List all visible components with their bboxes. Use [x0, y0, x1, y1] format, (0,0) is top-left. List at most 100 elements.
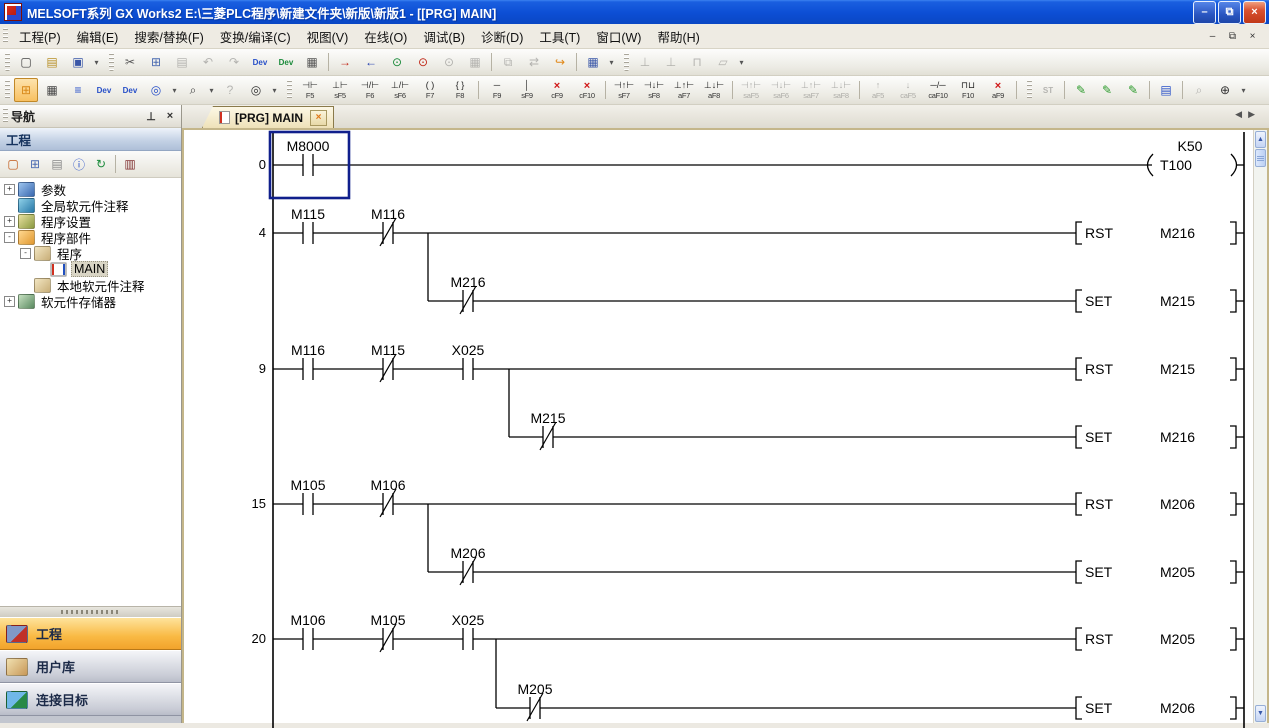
menu-edit[interactable]: 编辑(E) — [69, 24, 127, 49]
horizontal-line-icon[interactable]: ─F9 — [483, 77, 512, 104]
delete-edge-icon[interactable]: ×aF9 — [984, 77, 1013, 104]
menu-diagnostics[interactable]: 诊断(D) — [473, 24, 531, 49]
vertical-line-icon[interactable]: │sF9 — [513, 77, 542, 104]
read-from-plc-icon[interactable]: ← — [359, 50, 383, 74]
copy-data-icon[interactable]: ⊞ — [24, 154, 46, 174]
edit-statement-icon[interactable]: ✎ — [1095, 78, 1119, 102]
menu-project[interactable]: 工程(P) — [11, 24, 69, 49]
device-display-icon[interactable]: ◎ — [144, 78, 168, 102]
menu-window[interactable]: 窗口(W) — [588, 24, 649, 49]
mdi-minimize-button[interactable]: – — [1204, 29, 1221, 44]
find-device-icon[interactable]: ⌕ — [181, 78, 205, 102]
coil-icon[interactable]: ( )F7 — [416, 77, 445, 104]
project-view-icon[interactable]: ⊞ — [14, 78, 38, 102]
delete-horizontal-line-icon[interactable]: ×cF9 — [543, 77, 572, 104]
new-icon[interactable]: ▢ — [14, 50, 38, 74]
mdi-close-button[interactable]: × — [1244, 29, 1261, 44]
tab-prg-main[interactable]: [PRG] MAIN × — [202, 106, 334, 128]
collapse-icon[interactable]: - — [20, 248, 31, 259]
cut-icon[interactable]: ✂ — [118, 50, 142, 74]
tab-scroll-left-icon[interactable]: ◀ — [1235, 109, 1242, 120]
intelligent-module-monitor-icon[interactable]: ▦ — [300, 50, 324, 74]
paste-data-icon[interactable]: ▤ — [46, 154, 68, 174]
close-button[interactable]: × — [1243, 1, 1266, 24]
toolbar-overflow-icon[interactable]: ▾ — [269, 79, 280, 101]
comment-display-icon[interactable]: ▤ — [1154, 78, 1178, 102]
view-button-user-library[interactable]: 用户库 — [0, 650, 181, 683]
new-data-icon[interactable]: ▢ — [2, 154, 24, 174]
menu-debug[interactable]: 调试(B) — [415, 24, 473, 49]
monitor-stop-icon[interactable]: ⊙ — [411, 50, 435, 74]
minimize-button[interactable]: – — [1193, 1, 1216, 24]
copy-icon[interactable]: ⊞ — [144, 50, 168, 74]
toolbar-separator — [1149, 81, 1150, 99]
tab-close-icon[interactable]: × — [310, 110, 327, 126]
tree-item-pou[interactable]: -程序部件 — [0, 229, 181, 245]
falling-pulse-icon[interactable]: ⊣↓⊢sF8 — [640, 77, 669, 104]
sort-icon[interactable]: ▥ — [119, 154, 141, 174]
toolbar-overflow-icon[interactable]: ▾ — [91, 51, 102, 73]
expand-icon[interactable]: + — [4, 296, 15, 307]
invert-operation-results-icon[interactable]: ─/─caF10 — [924, 77, 953, 104]
remote-operation-icon[interactable]: ▦ — [581, 50, 605, 74]
ladder-editor[interactable]: 0M8000T100K504M115M116RSTM216M216SETM215… — [182, 128, 1269, 723]
delete-vertical-line-icon[interactable]: ×cF10 — [573, 77, 602, 104]
open-contact-icon[interactable]: ⊣⊢F5 — [296, 77, 325, 104]
monitor-start-icon[interactable]: ⊙ — [385, 50, 409, 74]
open-icon[interactable]: ▤ — [40, 50, 64, 74]
application-instruction-icon[interactable]: { }F8 — [446, 77, 475, 104]
scroll-up-icon[interactable]: ▲ — [1255, 131, 1266, 148]
toolbar-overflow-icon[interactable]: ▾ — [606, 51, 617, 73]
toolbar-overflow-icon[interactable]: ▾ — [1238, 79, 1249, 101]
refresh-icon[interactable]: ↻ — [90, 154, 112, 174]
expand-icon[interactable]: + — [4, 184, 15, 195]
pin-icon[interactable]: ⊥ — [143, 108, 159, 124]
find-device-dropdown-icon[interactable]: ▾ — [206, 79, 217, 101]
menu-tools[interactable]: 工具(T) — [531, 24, 588, 49]
device-comment-search-icon[interactable]: Dev — [248, 50, 272, 74]
mdi-restore-button[interactable]: ⧉ — [1224, 29, 1241, 44]
save-icon[interactable]: ▣ — [66, 50, 90, 74]
edit-device-comment-icon[interactable]: ✎ — [1069, 78, 1093, 102]
restore-button[interactable]: ⧉ — [1218, 1, 1241, 24]
svg-text:X025: X025 — [452, 342, 485, 358]
close-branch-icon[interactable]: ⊥/⊢sF6 — [386, 77, 415, 104]
rising-pulse-branch-icon[interactable]: ⊥↑⊢aF7 — [670, 77, 699, 104]
tree-item-device-memory[interactable]: +软元件存储器 — [0, 293, 181, 309]
falling-pulse-branch-icon[interactable]: ⊥↓⊢aF8 — [700, 77, 729, 104]
menu-find-replace[interactable]: 搜索/替换(F) — [126, 24, 211, 49]
device-reference-icon[interactable]: Dev — [118, 78, 142, 102]
edit-note-icon[interactable]: ✎ — [1121, 78, 1145, 102]
tree-item-program[interactable]: -程序 — [0, 245, 181, 261]
close-panel-icon[interactable]: × — [162, 108, 178, 124]
find-icon[interactable]: ◎ — [244, 78, 268, 102]
ladder-diagram[interactable]: 0M8000T100K504M115M116RSTM216M216SETM215… — [184, 130, 1248, 728]
scroll-down-icon[interactable]: ▼ — [1255, 705, 1266, 722]
view-button-project[interactable]: 工程 — [0, 617, 181, 650]
rising-pulse-icon[interactable]: ⊣↑⊢sF7 — [610, 77, 639, 104]
write-to-plc-icon[interactable]: → — [333, 50, 357, 74]
scrollbar-thumb[interactable] — [1255, 149, 1266, 167]
data-properties-icon[interactable]: ⓘ — [68, 154, 90, 174]
zoom-icon[interactable]: ⊕ — [1213, 78, 1237, 102]
menu-online[interactable]: 在线(O) — [356, 24, 415, 49]
panel-splitter[interactable] — [0, 606, 181, 617]
transfer-setup-icon[interactable]: ↪ — [548, 50, 572, 74]
collapse-icon[interactable]: - — [4, 232, 15, 243]
expand-icon[interactable]: + — [4, 216, 15, 227]
view-button-connection-destination[interactable]: 连接目标 — [0, 683, 181, 716]
device-display-dropdown-icon[interactable]: ▾ — [169, 79, 180, 101]
device-comment-list-icon[interactable]: Dev — [92, 78, 116, 102]
tab-scroll-right-icon[interactable]: ▶ — [1248, 109, 1255, 120]
open-branch-icon[interactable]: ⊥⊢sF5 — [326, 77, 355, 104]
vertical-scrollbar[interactable]: ▲ ▼ — [1253, 130, 1267, 723]
close-contact-icon[interactable]: ⊣/⊢F6 — [356, 77, 385, 104]
task-list-icon[interactable]: ≡ — [66, 78, 90, 102]
module-configuration-icon[interactable]: ▦ — [40, 78, 64, 102]
operation-result-pulse-icon[interactable]: ⊓⊔F10 — [954, 77, 983, 104]
menu-convert-compile[interactable]: 变换/编译(C) — [212, 24, 299, 49]
toolbar-overflow-icon[interactable]: ▾ — [736, 51, 747, 73]
device-monitor-icon[interactable]: Dev — [274, 50, 298, 74]
menu-help[interactable]: 帮助(H) — [649, 24, 707, 49]
menu-view[interactable]: 视图(V) — [299, 24, 357, 49]
